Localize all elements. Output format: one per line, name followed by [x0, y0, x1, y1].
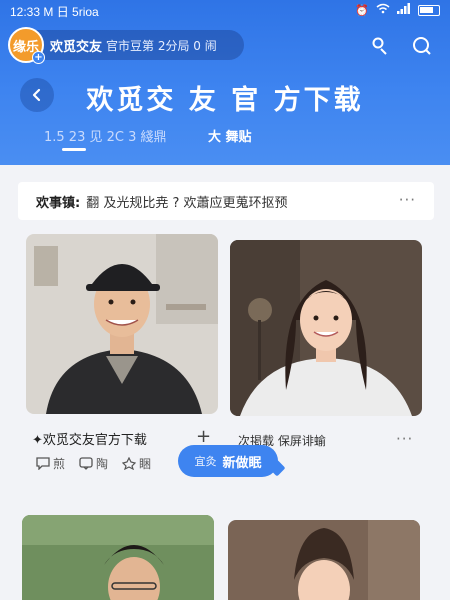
notice-bar[interactable]: 欢事镇: 翻 及光规比尭 ? 欢蕭应更蒐环抠预 ···: [18, 182, 434, 220]
comment-icon: [36, 457, 50, 470]
message-icon: [79, 457, 93, 470]
share-icon: [122, 457, 137, 470]
status-time: 12:33 M 日 5rioa: [10, 5, 99, 19]
tab-featured[interactable]: 大 舞贴: [208, 126, 252, 145]
more-icon[interactable]: ···: [396, 430, 413, 448]
share-button[interactable]: 睏: [122, 455, 151, 472]
add-button[interactable]: +: [196, 426, 211, 447]
alarm-icon: ⏰: [355, 3, 369, 17]
status-bar: 12:33 M 日 5rioa ⏰: [0, 0, 450, 22]
tab-stats[interactable]: 1.5 23 见 2C 3 綫鼎: [44, 126, 167, 145]
header: 12:33 M 日 5rioa ⏰ 缘乐 + 欢觅交友 官市豆第 2分局 0 闹: [0, 0, 450, 165]
profile-photo-woman-2[interactable]: [228, 520, 420, 600]
profile-photo-woman[interactable]: [230, 240, 422, 416]
app-avatar[interactable]: 缘乐 +: [8, 27, 45, 64]
tab-bar: 1.5 23 见 2C 3 綫鼎 大 舞贴: [40, 126, 420, 151]
card-caption-left[interactable]: ✦欢觅交友官方下载: [32, 429, 147, 448]
app-subtitle: 官市豆第 2分局 0 闹: [106, 38, 217, 53]
notice-text: 翻 及光规比尭 ? 欢蕭应更蒐环抠预: [86, 195, 288, 211]
page-title: 欢觅交 友 官 方下载: [86, 85, 364, 116]
search-icon[interactable]: [412, 36, 432, 56]
app-badge[interactable]: 缘乐 + 欢觅交友 官市豆第 2分局 0 闹: [8, 27, 244, 64]
chat-bubble-button[interactable]: 宜灸 新做眠: [178, 445, 278, 477]
signal-icon: [397, 3, 411, 18]
notice-label: 欢事镇:: [36, 195, 81, 211]
profile-photo-man-2[interactable]: [22, 515, 214, 600]
battery-icon: [418, 5, 440, 16]
wifi-icon: [376, 3, 390, 18]
more-icon[interactable]: ···: [399, 191, 416, 209]
user-search-icon[interactable]: [370, 36, 390, 56]
comment-button[interactable]: 煎: [36, 455, 65, 472]
message-button[interactable]: 陶: [79, 455, 108, 472]
plus-icon: +: [32, 51, 45, 64]
card-actions: 煎 陶 睏: [36, 455, 151, 472]
app-title: 欢觅交友: [50, 39, 103, 55]
tab-indicator: [62, 148, 86, 151]
profile-photo-man[interactable]: [26, 234, 218, 414]
